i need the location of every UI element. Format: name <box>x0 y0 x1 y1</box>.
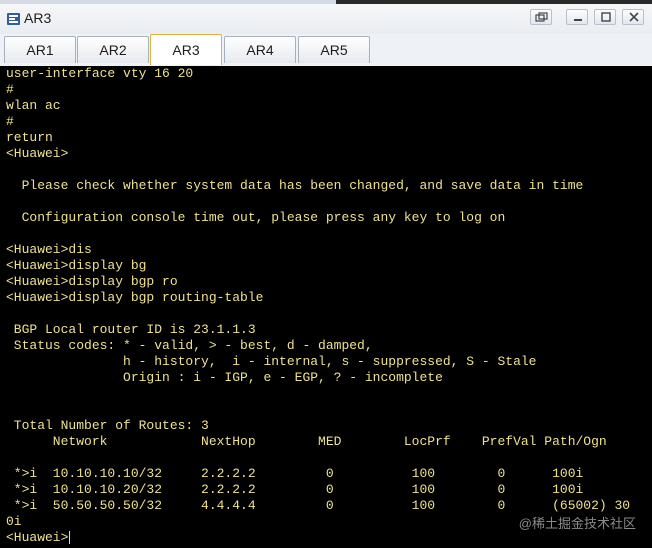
terminal-line: <Huawei> <box>6 146 69 161</box>
terminal-line: Please check whether system data has bee… <box>6 178 584 193</box>
terminal-prompt-line[interactable]: <Huawei> <box>6 530 630 546</box>
tab-ar3[interactable]: AR3 <box>150 34 222 65</box>
terminal-line: Configuration console time out, please p… <box>6 210 506 225</box>
tab-ar5[interactable]: AR5 <box>298 36 370 63</box>
window-title: AR3 <box>24 10 52 26</box>
minimize-icon[interactable] <box>566 9 588 25</box>
terminal-line: # <box>6 114 14 129</box>
console-terminal[interactable]: user-interface vty 16 20 # wlan ac # ret… <box>0 66 652 548</box>
terminal-line: Origin : i - IGP, e - EGP, ? - incomplet… <box>6 370 443 385</box>
terminal-line: Network NextHop MED LocPrf PrefVal Path/… <box>6 434 607 449</box>
terminal-line: <Huawei>display bgp ro <box>6 274 178 289</box>
terminal-line: *>i 10.10.10.10/32 2.2.2.2 0 100 0 100i <box>6 466 584 481</box>
watermark: @稀土掘金技术社区 <box>518 516 636 531</box>
terminal-line: BGP Local router ID is 23.1.1.3 <box>6 322 256 337</box>
terminal-line: wlan ac <box>6 98 61 113</box>
terminal-line: Status codes: * - valid, > - best, d - d… <box>6 338 373 353</box>
tab-ar4[interactable]: AR4 <box>224 36 296 63</box>
terminal-line: return <box>6 130 53 145</box>
terminal-line: Total Number of Routes: 3 <box>6 418 209 433</box>
terminal-line: *>i 50.50.50.50/32 4.4.4.4 0 100 0 (6500… <box>6 498 631 513</box>
tab-ar1[interactable]: AR1 <box>4 36 76 63</box>
window-title-bar: AR3 <box>0 0 652 35</box>
restore-icon[interactable] <box>530 9 552 25</box>
tab-ar2[interactable]: AR2 <box>77 36 149 63</box>
terminal-line: <Huawei>display bg <box>6 258 147 273</box>
terminal-line: user-interface vty 16 20 <box>6 66 194 81</box>
terminal-prompt: <Huawei> <box>6 530 69 545</box>
maximize-icon[interactable] <box>594 9 616 25</box>
terminal-line: <Huawei>dis <box>6 242 92 257</box>
terminal-line: # <box>6 82 14 97</box>
terminal-line: *>i 10.10.10.20/32 2.2.2.2 0 100 0 100i <box>6 482 584 497</box>
close-icon[interactable] <box>622 9 644 25</box>
terminal-output: user-interface vty 16 20 # wlan ac # ret… <box>6 66 630 546</box>
device-tab-strip: AR1 AR2 AR3 AR4 AR5 <box>0 34 652 67</box>
title-bar-dark-edge <box>336 0 652 4</box>
router-app-icon <box>6 11 22 27</box>
text-cursor <box>69 531 71 545</box>
terminal-line: h - history, i - internal, s - suppresse… <box>6 354 537 369</box>
terminal-line: <Huawei>display bgp routing-table <box>6 290 264 305</box>
